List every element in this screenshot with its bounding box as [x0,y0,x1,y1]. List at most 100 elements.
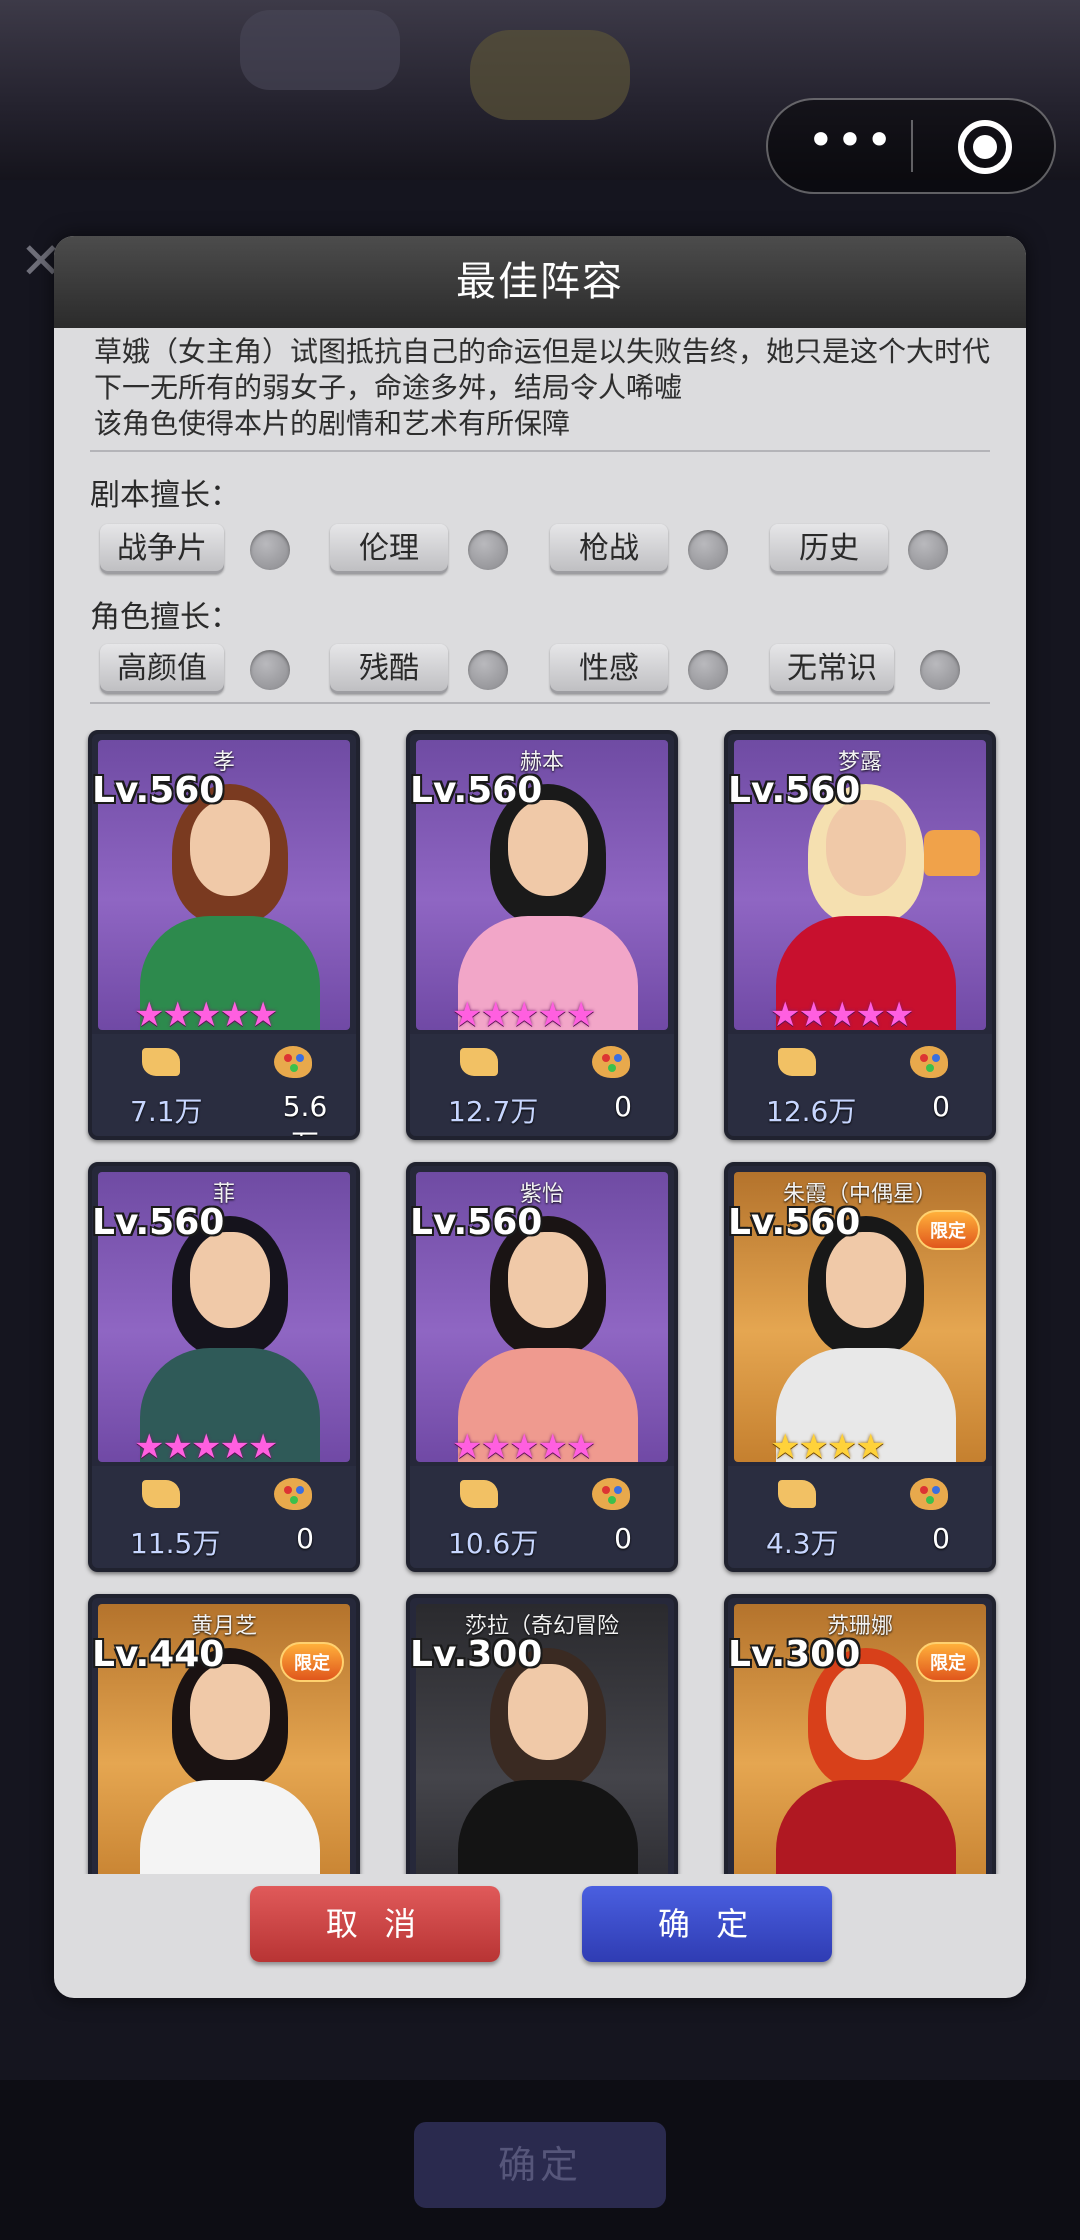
book-icon [460,1480,498,1508]
star-rating: ★★★★ [770,1427,886,1462]
role-tag: 残酷 [330,644,448,694]
art-stat-value: 0 [932,1090,950,1123]
art-stat-value: 0 [614,1090,632,1123]
actor-level: Lv.300 [410,1634,543,1675]
capsule-divider [911,120,913,172]
portrait-body [776,1780,956,1874]
actor-stats: 7.1万 5.6万 [92,1034,356,1136]
portrait-face [508,800,588,896]
role-skill-label: 角色擅长： [90,600,240,635]
role-description: 草娥（女主角）试图抵抗自己的命运但是以失败告终，她只是这个大时代 下一无所有的弱… [94,334,1014,442]
status-dot [468,530,508,570]
actor-card[interactable]: ★★★★★ 赫本 Lv.560 12.7万 0 [406,730,678,1140]
portrait-body [458,1780,638,1874]
script-tag: 历史 [770,524,888,574]
background-decoration [470,30,630,120]
script-stat-value: 11.5万 [130,1527,221,1560]
costume-icon [924,830,980,876]
art-stat-value: 5.6万 [282,1090,328,1136]
divider [90,702,990,704]
actor-level: Lv.560 [728,1202,861,1243]
portrait-face [826,1664,906,1760]
description-line: 该角色使得本片的剧情和艺术有所保障 [94,407,571,440]
palette-icon [910,1046,948,1078]
portrait-face [508,1232,588,1328]
star-rating: ★★★★★ [452,1427,596,1462]
actor-level: Lv.560 [92,1202,225,1243]
actor-stats: 12.7万 0 [410,1034,674,1136]
art-stat-value: 0 [296,1522,314,1555]
role-tag: 高颜值 [100,644,224,694]
script-skill-label: 剧本擅长： [90,478,240,513]
status-dot [688,530,728,570]
portrait-body [140,1780,320,1874]
status-dot [468,650,508,690]
limited-badge: 限定 [280,1642,344,1682]
palette-icon [592,1478,630,1510]
more-dots-icon[interactable]: ••• [806,100,896,192]
art-stat-value: 0 [614,1522,632,1555]
description-line: 草娥（女主角）试图抵抗自己的命运但是以失败告终，她只是这个大时代 [94,335,991,368]
background-confirm-button: 确定 [414,2122,666,2208]
script-stat-value: 12.6万 [766,1095,857,1128]
role-tag: 无常识 [770,644,894,694]
script-tag: 枪战 [550,524,668,574]
palette-icon [274,1046,312,1078]
star-rating: ★★★★★ [134,995,278,1030]
portrait-face [190,1664,270,1760]
actor-card[interactable]: 莎拉（奇幻冒险 Lv.300 [406,1594,678,1874]
actor-card[interactable]: ★★★★★孝Lv.5607.1万5.6万 [88,730,360,1140]
divider [90,450,990,452]
portrait-face [190,800,270,896]
book-icon [142,1048,180,1076]
actor-card[interactable]: ★★★★★ 紫怡 Lv.560 10.6万 0 [406,1162,678,1572]
script-tag: 战争片 [100,524,224,574]
actor-level: Lv.560 [410,1202,543,1243]
star-rating: ★★★★★ [452,995,596,1030]
star-rating: ★★★★★ [770,995,914,1030]
book-icon [778,1048,816,1076]
description-line: 下一无所有的弱女子，命途多舛，结局令人唏嘘 [94,371,683,404]
actor-card[interactable]: 苏珊娜 Lv.300 限定 [724,1594,996,1874]
limited-badge: 限定 [916,1210,980,1250]
script-stat-value: 10.6万 [448,1527,539,1560]
actor-card[interactable]: ★★★★ 朱霞（中偶星） Lv.560 限定 4.3万 0 [724,1162,996,1572]
confirm-button[interactable]: 确 定 [582,1886,832,1962]
portrait-face [826,1232,906,1328]
status-dot [250,650,290,690]
actor-stats: 4.3万 0 [728,1466,992,1568]
target-ring-icon[interactable] [958,120,1012,174]
actor-level: Lv.440 [92,1634,225,1675]
actor-stats: 11.5万 0 [92,1466,356,1568]
palette-icon [274,1478,312,1510]
palette-icon [592,1046,630,1078]
actor-level: Lv.300 [728,1634,861,1675]
actor-card-grid: ★★★★★孝Lv.5607.1万5.6万★★★★★赫本Lv.56012.7万0★… [54,730,1026,1874]
actor-card[interactable]: 黄月芝 Lv.440 限定 [88,1594,360,1874]
script-stat-value: 12.7万 [448,1095,539,1128]
actor-card[interactable]: ★★★★★ 菲 Lv.560 11.5万 0 [88,1162,360,1572]
actor-level: Lv.560 [92,770,225,811]
miniprogram-capsule: ••• [766,98,1056,194]
book-icon [460,1048,498,1076]
status-dot [908,530,948,570]
art-stat-value: 0 [932,1522,950,1555]
star-rating: ★★★★★ [134,1427,278,1462]
status-dot [250,530,290,570]
actor-card[interactable]: ★★★★★ 梦露 Lv.560 12.6万 0 [724,730,996,1140]
best-lineup-dialog: 最佳阵容 草娥（女主角）试图抵抗自己的命运但是以失败告终，她只是这个大时代 下一… [54,236,1026,1998]
palette-icon [910,1478,948,1510]
role-tag: 性感 [550,644,668,694]
status-dot [688,650,728,690]
script-stat-value: 4.3万 [766,1527,839,1560]
status-dot [920,650,960,690]
actor-stats: 12.6万 0 [728,1034,992,1136]
book-icon [778,1480,816,1508]
portrait-face [508,1664,588,1760]
cancel-button[interactable]: 取 消 [250,1886,500,1962]
dialog-title: 最佳阵容 [54,236,1026,328]
book-icon [142,1480,180,1508]
script-stat-value: 7.1万 [130,1095,203,1128]
limited-badge: 限定 [916,1642,980,1682]
actor-level: Lv.560 [728,770,861,811]
